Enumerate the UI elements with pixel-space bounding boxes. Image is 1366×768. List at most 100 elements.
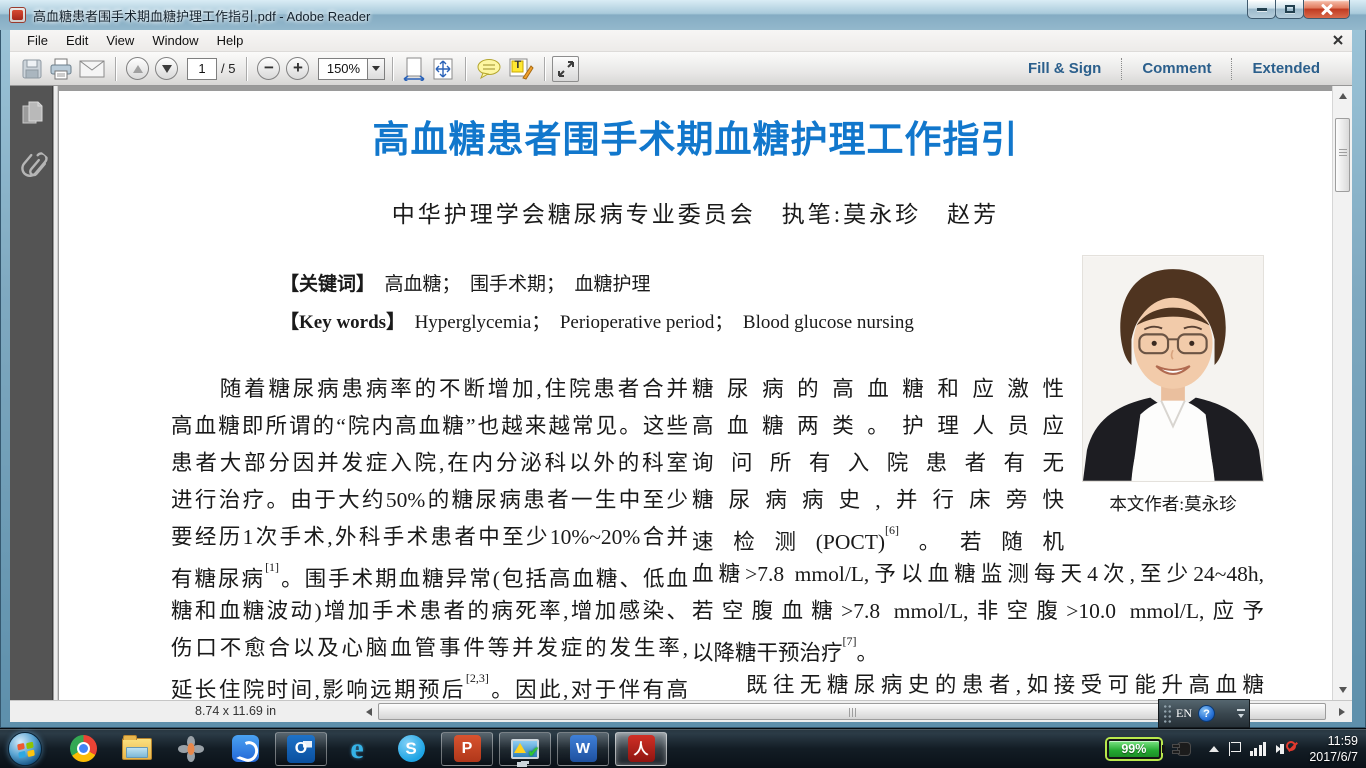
langbar-options-icon[interactable] (1238, 714, 1244, 718)
vertical-scrollbar[interactable] (1332, 86, 1352, 700)
extended-panel-button[interactable]: Extended (1232, 60, 1340, 77)
page-size-label: 8.74 x 11.69 in (195, 704, 276, 718)
skype-icon: S (398, 735, 425, 762)
left-text-column: 随着糖尿病患病率的不断增加,住院患者合并高血糖即所谓的“院内高血糖”也越来越常见… (171, 371, 688, 700)
taskbar-ie-button[interactable]: e (335, 731, 379, 767)
taskbar-adobe-reader-button[interactable]: 人 (615, 732, 667, 766)
taskbar-system-check-button[interactable]: ✔ (499, 732, 551, 766)
taskbar-word-button[interactable]: W (557, 732, 609, 766)
menu-item-edit[interactable]: Edit (57, 31, 97, 50)
minimize-icon (1257, 8, 1267, 11)
text-line: 询问所有入院患者有无 (692, 445, 1064, 482)
email-button[interactable] (79, 59, 105, 79)
window-titlebar[interactable]: 高血糖患者围手术期血糖护理工作指引.pdf - Adobe Reader (0, 0, 1366, 30)
menubar-close-icon[interactable] (1332, 34, 1344, 46)
scroll-left-button[interactable] (360, 703, 377, 721)
text-line: 随着糖尿病患病率的不断增加,住院患者合并 (171, 371, 688, 408)
drag-grip-icon[interactable] (1163, 704, 1172, 724)
fill-sign-button[interactable]: Fill & Sign (1008, 60, 1121, 77)
text-line: 延长住院时间,影响远期预后[2,3]。因此,对于伴有高 (171, 667, 688, 700)
highlight-t-glyph: T (514, 59, 521, 71)
toolbar-separator (544, 57, 545, 81)
menu-item-help[interactable]: Help (208, 31, 253, 50)
minimize-button[interactable] (1247, 0, 1276, 19)
scroll-down-button[interactable] (1333, 682, 1352, 698)
blue-app-icon (232, 735, 259, 762)
right-text-column-wide: 血糖>7.8 mmol/L,予以血糖监测每天4次,至少24~48h,若空腹血糖>… (692, 556, 1264, 700)
taskbar-explorer-button[interactable] (115, 731, 159, 767)
taskbar-chrome-button[interactable] (61, 731, 105, 767)
paperclip-icon (12, 146, 54, 189)
langbar-minimize-icon[interactable] (1237, 709, 1245, 711)
text-line: 速检测(POCT)[6]。若随机 (692, 519, 1064, 556)
start-button[interactable] (8, 732, 42, 766)
system-tray: 99% 11:59 2017/6/7 (1107, 729, 1366, 768)
maximize-button[interactable] (1275, 0, 1304, 19)
attachments-button[interactable] (20, 150, 46, 189)
vertical-scroll-thumb[interactable] (1335, 118, 1350, 192)
taskbar-outlook-button[interactable]: O (275, 732, 327, 766)
volume-button[interactable] (1276, 741, 1296, 757)
show-hidden-icons-button[interactable] (1209, 746, 1219, 752)
navigation-sidebar (10, 86, 53, 700)
taskbar-clock[interactable]: 11:59 2017/6/7 (1309, 733, 1358, 765)
comment-balloon-icon (476, 58, 502, 80)
zoom-dropdown-button[interactable] (368, 58, 385, 80)
text-line: 若空腹血糖>7.8 mmol/L,非空腹>10.0 mmol/L,应予 (692, 593, 1264, 630)
taskbar-skype-button[interactable]: S (389, 731, 433, 767)
photo-caption: 本文作者:莫永珍 (1072, 491, 1274, 516)
previous-page-button[interactable] (126, 57, 149, 80)
scroll-right-button[interactable] (1333, 703, 1350, 721)
fit-width-button[interactable] (403, 57, 425, 81)
pdf-page: 高血糖患者围手术期血糖护理工作指引 中华护理学会糖尿病专业委员会 执笔:莫永珍 … (59, 91, 1332, 700)
keywords-line: 【关键词】 高血糖； 围手术期； 血糖护理 (280, 269, 651, 296)
zoom-out-button[interactable]: − (257, 57, 280, 80)
comment-balloon-button[interactable] (476, 58, 502, 80)
battery-indicator[interactable]: 99% (1107, 739, 1161, 759)
toolbar: 1 / 5 − + 150% (10, 52, 1352, 86)
next-page-button[interactable] (155, 57, 178, 80)
network-button[interactable] (1250, 742, 1267, 756)
save-button[interactable] (21, 58, 43, 80)
highlight-text-icon (508, 57, 534, 81)
text-line: 既往无糖尿病史的患者,如接受可能升高血糖 (692, 667, 1264, 700)
text-line: 高血糖两类。护理人员应 (692, 408, 1064, 445)
taskbar-flower-app-button[interactable] (169, 731, 213, 767)
keywords-text: 高血糖； 围手术期； 血糖护理 (366, 274, 651, 295)
print-button[interactable] (49, 58, 73, 80)
flower-app-icon (178, 736, 204, 762)
powerpoint-icon: P (454, 735, 481, 762)
language-bar[interactable]: EN ? (1158, 699, 1250, 728)
language-indicator[interactable]: EN (1176, 706, 1192, 721)
zoom-level-input[interactable]: 150% (318, 58, 368, 80)
sidebar-splitter[interactable] (54, 86, 58, 700)
close-button[interactable] (1303, 0, 1350, 19)
warning-icon (514, 743, 526, 753)
action-center-button[interactable] (1229, 742, 1240, 756)
menu-item-window[interactable]: Window (143, 31, 207, 50)
fullscreen-icon (557, 60, 575, 78)
arrow-right-icon (1339, 708, 1345, 716)
help-button[interactable]: ? (1198, 705, 1215, 722)
email-icon (79, 59, 105, 79)
arrow-down-icon (1339, 687, 1347, 693)
muted-speaker-icon (1276, 741, 1296, 757)
internet-explorer-icon: e (350, 734, 363, 764)
page-number-input[interactable]: 1 (187, 58, 217, 80)
comment-panel-button[interactable]: Comment (1122, 60, 1231, 77)
page-thumbnails-button[interactable] (20, 100, 44, 133)
taskbar-powerpoint-button[interactable]: P (441, 732, 493, 766)
menu-item-file[interactable]: File (18, 31, 57, 50)
page-thumbnails-icon (20, 100, 44, 128)
close-icon (1321, 4, 1333, 14)
zoom-in-button[interactable]: + (286, 57, 309, 80)
menu-item-view[interactable]: View (97, 31, 143, 50)
toolbar-separator (115, 57, 116, 81)
outlook-icon: O (287, 735, 315, 763)
scroll-up-button[interactable] (1333, 88, 1352, 104)
fullscreen-button[interactable] (552, 56, 579, 82)
fit-page-button[interactable] (431, 57, 455, 81)
highlight-text-button[interactable]: T (508, 57, 534, 81)
taskbar-blue-app-button[interactable] (223, 731, 267, 767)
print-icon (49, 58, 73, 80)
